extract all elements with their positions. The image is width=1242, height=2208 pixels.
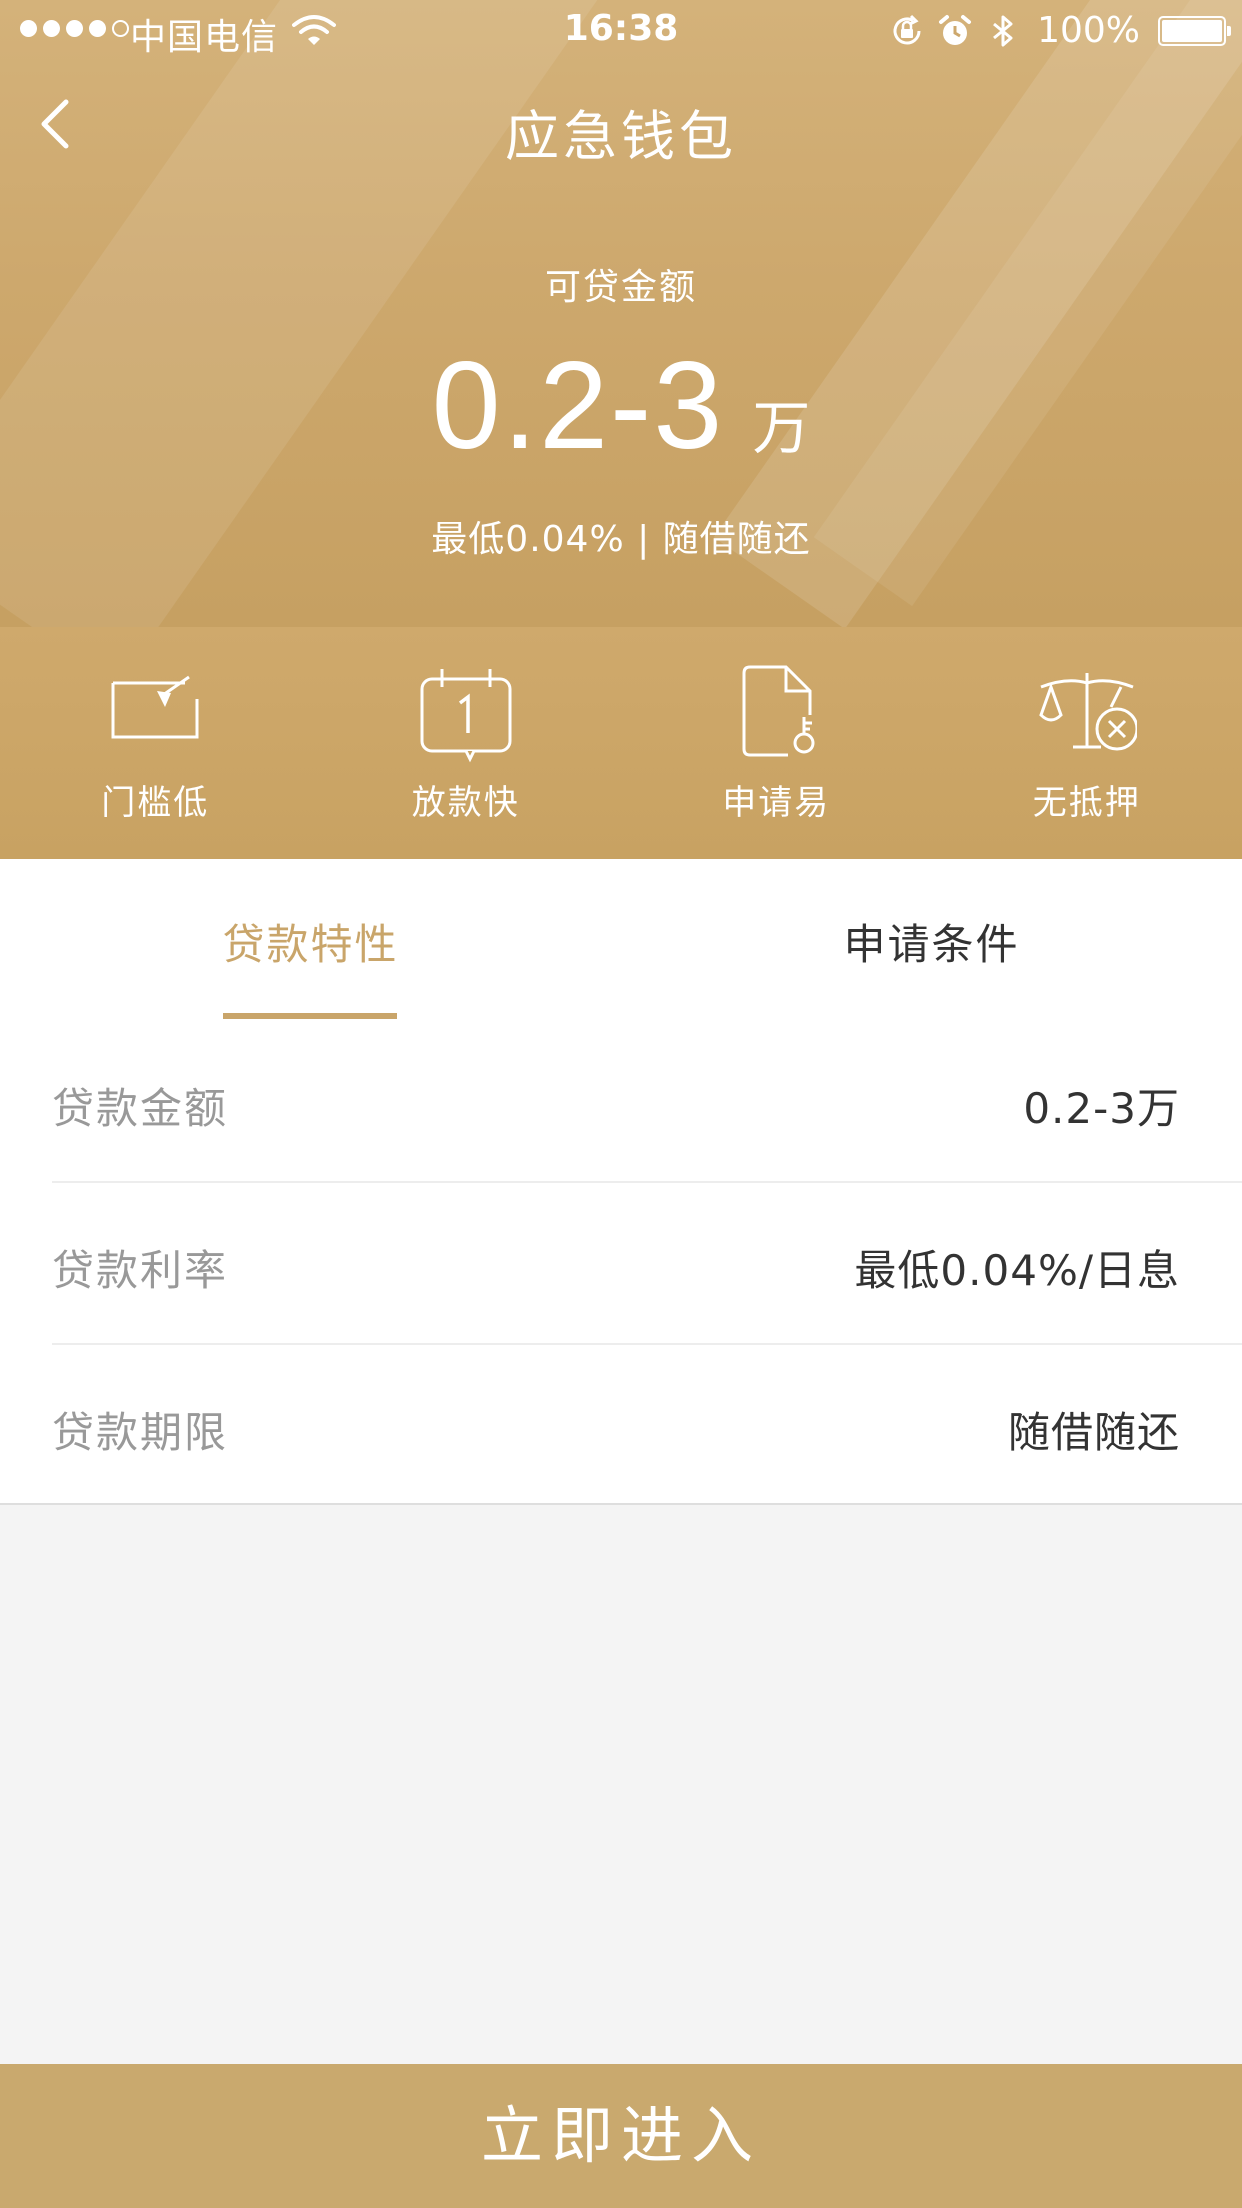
feature-fast-disbursement: 放款快 [311, 627, 622, 859]
feature-label: 无抵押 [1032, 783, 1141, 823]
amount-unit: 万 [752, 394, 811, 462]
feature-label: 放款快 [411, 783, 520, 823]
alarm-icon [939, 14, 972, 45]
calendar-icon [420, 669, 512, 763]
status-right: 100% [889, 10, 1231, 51]
loan-details-panel: 贷款特性 申请条件 贷款金额 0.2-3万 贷款利率 最低0.04%/日息 贷款… [0, 859, 1242, 1505]
feature-low-threshold: 门槛低 [0, 627, 311, 859]
enter-now-button[interactable]: 立即进入 [0, 2064, 1242, 2208]
loanable-amount-label: 可贷金额 [544, 267, 697, 308]
loan-amount-label: 贷款金额 [52, 1084, 229, 1133]
feature-no-collateral: 无抵押 [932, 627, 1242, 859]
battery-percent: 100% [1037, 10, 1140, 51]
loan-feature-list: 贷款金额 0.2-3万 贷款利率 最低0.04%/日息 贷款期限 随借随还 [0, 1021, 1242, 1507]
tab-application-conditions[interactable]: 申请条件 [621, 859, 1242, 1021]
list-item: 贷款利率 最低0.04%/日息 [52, 1183, 1242, 1345]
amount-subtitle: 最低0.04% | 随借随还 [431, 519, 811, 560]
screen: 中国电信 16:38 100% 应急钱包 可贷金额 0.2-3 万 最低0.04… [0, 0, 1242, 2208]
document-key-icon [742, 665, 815, 757]
loan-rate-label: 贷款利率 [52, 1246, 229, 1295]
amount-value: 0.2-3 [431, 337, 725, 475]
feature-strip: 门槛低 放款快 申请易 无抵押 [0, 627, 1242, 859]
status-bar: 中国电信 16:38 100% [0, 0, 1242, 60]
battery-icon [1158, 15, 1231, 46]
hero-header: 中国电信 16:38 100% 应急钱包 可贷金额 0.2-3 万 最低0.04… [0, 0, 1242, 627]
tab-bar: 贷款特性 申请条件 [0, 859, 1242, 1021]
list-item: 贷款金额 0.2-3万 [52, 1021, 1242, 1183]
feature-easy-application: 申请易 [621, 627, 932, 859]
loan-term-value: 随借随还 [1007, 1408, 1180, 1457]
feature-label: 申请易 [722, 783, 831, 823]
loan-term-label: 贷款期限 [52, 1408, 229, 1457]
rotation-lock-icon [893, 14, 921, 44]
loan-rate-value: 最低0.04%/日息 [854, 1246, 1180, 1295]
loan-amount-value: 0.2-3万 [1023, 1084, 1180, 1133]
bluetooth-icon [993, 15, 1013, 46]
loanable-amount: 0.2-3 万 [0, 335, 1242, 477]
tab-loan-features[interactable]: 贷款特性 [0, 859, 621, 1021]
tab-indicator [223, 1013, 397, 1019]
scale-no-collateral-icon [1039, 673, 1137, 751]
feature-label: 门槛低 [101, 783, 210, 823]
low-threshold-icon [111, 675, 199, 739]
nav-bar: 应急钱包 [0, 70, 1242, 180]
list-item: 贷款期限 随借随还 [52, 1345, 1242, 1507]
page-title: 应急钱包 [505, 105, 737, 168]
